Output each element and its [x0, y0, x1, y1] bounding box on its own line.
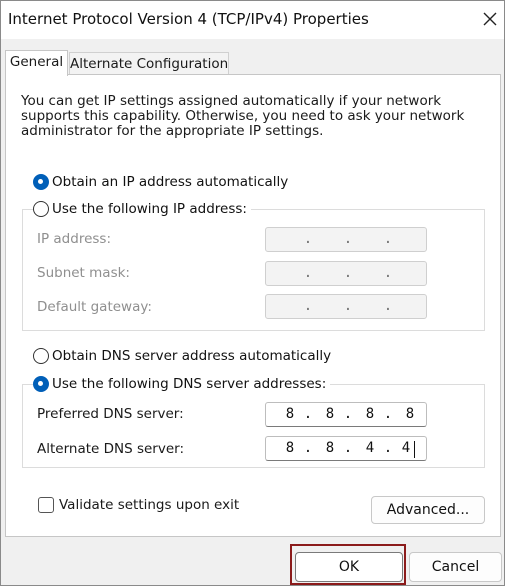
alternate-dns-input[interactable]: 8 . 8 . 4 . 4 [265, 436, 427, 461]
use-following-dns-radio[interactable]: Use the following DNS server addresses: [33, 374, 331, 394]
window-title: Internet Protocol Version 4 (TCP/IPv4) P… [8, 10, 369, 28]
alternate-dns-label: Alternate DNS server: [37, 441, 185, 457]
preferred-dns-input[interactable]: 8 . 8 . 8 . 8 [265, 402, 427, 427]
obtain-ip-auto-radio[interactable]: Obtain an IP address automatically [33, 172, 293, 192]
title-bar: Internet Protocol Version 4 (TCP/IPv4) P… [1, 1, 504, 39]
subnet-mask-label: Subnet mask: [37, 265, 130, 281]
advanced-button[interactable]: Advanced... [371, 496, 485, 524]
tab-alternate-configuration[interactable]: Alternate Configuration [69, 52, 229, 76]
obtain-dns-auto-radio[interactable]: Obtain DNS server address automatically [33, 346, 336, 366]
preferred-dns-label: Preferred DNS server: [37, 406, 184, 422]
radio-selected-indicator [33, 376, 49, 392]
validate-settings-checkbox[interactable]: Validate settings upon exit [38, 495, 239, 515]
radio-unselected-indicator [33, 348, 49, 364]
radio-unselected-indicator [33, 201, 49, 217]
radio-selected-indicator [33, 174, 49, 190]
dialog-window: Internet Protocol Version 4 (TCP/IPv4) P… [0, 0, 505, 586]
close-button[interactable] [475, 3, 505, 35]
intro-text: You can get IP settings assigned automat… [21, 93, 465, 139]
cancel-button[interactable]: Cancel [409, 552, 502, 582]
default-gateway-label: Default gateway: [37, 299, 152, 315]
checkbox-box [38, 497, 54, 513]
close-icon [483, 12, 497, 26]
text-cursor [414, 441, 415, 458]
use-following-ip-radio[interactable]: Use the following IP address: [33, 199, 251, 219]
validate-settings-label: Validate settings upon exit [59, 497, 240, 513]
tab-general[interactable]: General [5, 50, 68, 76]
ok-button[interactable]: OK [295, 552, 403, 582]
ip-address-label: IP address: [37, 231, 111, 247]
ip-address-input[interactable]: . . . [265, 227, 427, 252]
subnet-mask-input[interactable]: . . . [265, 261, 427, 286]
default-gateway-input[interactable]: . . . [265, 294, 427, 319]
